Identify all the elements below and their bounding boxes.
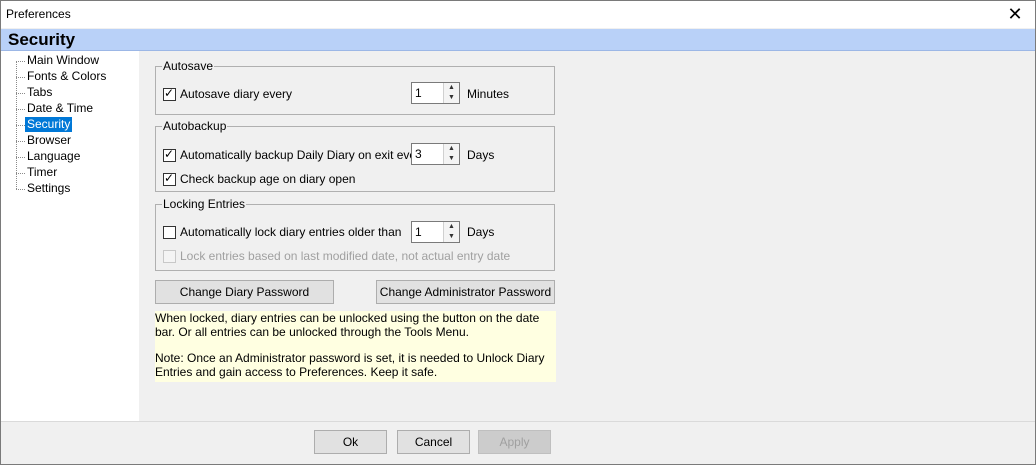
tree-item-settings[interactable]: Settings (25, 181, 72, 196)
apply-button: Apply (478, 430, 551, 454)
window-title: Preferences (6, 7, 71, 21)
autosave-minutes-spinner[interactable]: 1 ▲ ▼ (411, 82, 460, 104)
tree-item-security[interactable]: Security (25, 117, 73, 132)
tree-branch (16, 157, 25, 158)
spinner-down-icon[interactable]: ▼ (444, 93, 459, 103)
note-paragraph-admin: Note: Once an Administrator password is … (155, 351, 545, 379)
autobackup-group-label: Autobackup (162, 119, 228, 133)
tree-branch (16, 141, 25, 142)
autosave-checkbox[interactable] (163, 86, 176, 101)
lock-days-value[interactable]: 1 (415, 225, 422, 239)
autobackup-checkbox-row[interactable]: Automatically backup Daily Diary on exit… (163, 147, 426, 163)
check-backup-age-row[interactable]: Check backup age on diary open (163, 171, 355, 187)
tree-item-tabs[interactable]: Tabs (25, 85, 54, 100)
tree-branch (16, 189, 25, 190)
autobackup-unit-label: Days (467, 148, 495, 162)
autobackup-group: Autobackup Automatically backup Daily Di… (155, 119, 555, 192)
section-header: Security (1, 29, 1035, 51)
tree-branch (16, 109, 25, 110)
change-diary-password-button[interactable]: Change Diary Password (155, 280, 334, 304)
close-icon[interactable]: ✕ (995, 1, 1035, 28)
lock-modified-date-checkbox (163, 249, 176, 263)
title-bar: Preferences ✕ (1, 1, 1035, 28)
lock-days-spinner[interactable]: 1 ▲ ▼ (411, 221, 460, 243)
check-backup-age-checkbox[interactable] (163, 171, 176, 186)
tree-branch (16, 173, 25, 174)
autosave-group-label: Autosave (162, 59, 215, 73)
tree-item-date-time[interactable]: Date & Time (25, 101, 95, 116)
tree-item-browser[interactable]: Browser (25, 133, 73, 148)
autobackup-checkbox[interactable] (163, 147, 176, 162)
security-note: When locked, diary entries can be unlock… (155, 311, 556, 382)
autosave-unit-label: Minutes (467, 87, 510, 101)
ok-button[interactable]: Ok (314, 430, 387, 454)
cancel-button[interactable]: Cancel (397, 430, 470, 454)
auto-lock-checkbox[interactable] (163, 225, 176, 239)
auto-lock-checkbox-row[interactable]: Automatically lock diary entries older t… (163, 224, 401, 240)
autobackup-days-value[interactable]: 3 (415, 147, 422, 161)
tree-item-timer[interactable]: Timer (25, 165, 59, 180)
lock-modified-date-label: Lock entries based on last modified date… (180, 249, 511, 263)
tree-item-main-window[interactable]: Main Window (25, 53, 101, 68)
autosave-minutes-value[interactable]: 1 (415, 86, 422, 100)
autosave-checkbox-label: Autosave diary every (180, 87, 293, 101)
auto-lock-checkbox-label: Automatically lock diary entries older t… (180, 225, 402, 239)
locking-entries-group: Locking Entries Automatically lock diary… (155, 197, 555, 271)
spinner-down-icon[interactable]: ▼ (444, 154, 459, 164)
preferences-window: Preferences ✕ Security Main Window Fonts… (0, 0, 1036, 465)
autobackup-checkbox-label: Automatically backup Daily Diary on exit… (180, 148, 427, 162)
tree-branch (16, 77, 25, 78)
tree-item-fonts-colors[interactable]: Fonts & Colors (25, 69, 108, 84)
locking-entries-group-label: Locking Entries (162, 197, 247, 211)
autosave-group: Autosave Autosave diary every 1 ▲ ▼ Minu… (155, 59, 555, 115)
tree-branch (16, 93, 25, 94)
lock-modified-date-row: Lock entries based on last modified date… (163, 248, 510, 264)
autobackup-days-spinner[interactable]: 3 ▲ ▼ (411, 143, 460, 165)
preferences-tree: Main Window Fonts & Colors Tabs Date & T… (1, 51, 139, 421)
section-title: Security (8, 30, 76, 49)
lock-unit-label: Days (467, 225, 495, 239)
note-paragraph-unlock: When locked, diary entries can be unlock… (155, 311, 540, 339)
check-backup-age-label: Check backup age on diary open (180, 172, 356, 186)
autosave-checkbox-row[interactable]: Autosave diary every (163, 86, 292, 102)
tree-item-language[interactable]: Language (25, 149, 82, 164)
spinner-down-icon[interactable]: ▼ (444, 232, 459, 242)
tree-branch (16, 125, 25, 126)
tree-branch (16, 61, 25, 62)
change-admin-password-button[interactable]: Change Administrator Password (376, 280, 555, 304)
footer-divider (1, 421, 1035, 422)
